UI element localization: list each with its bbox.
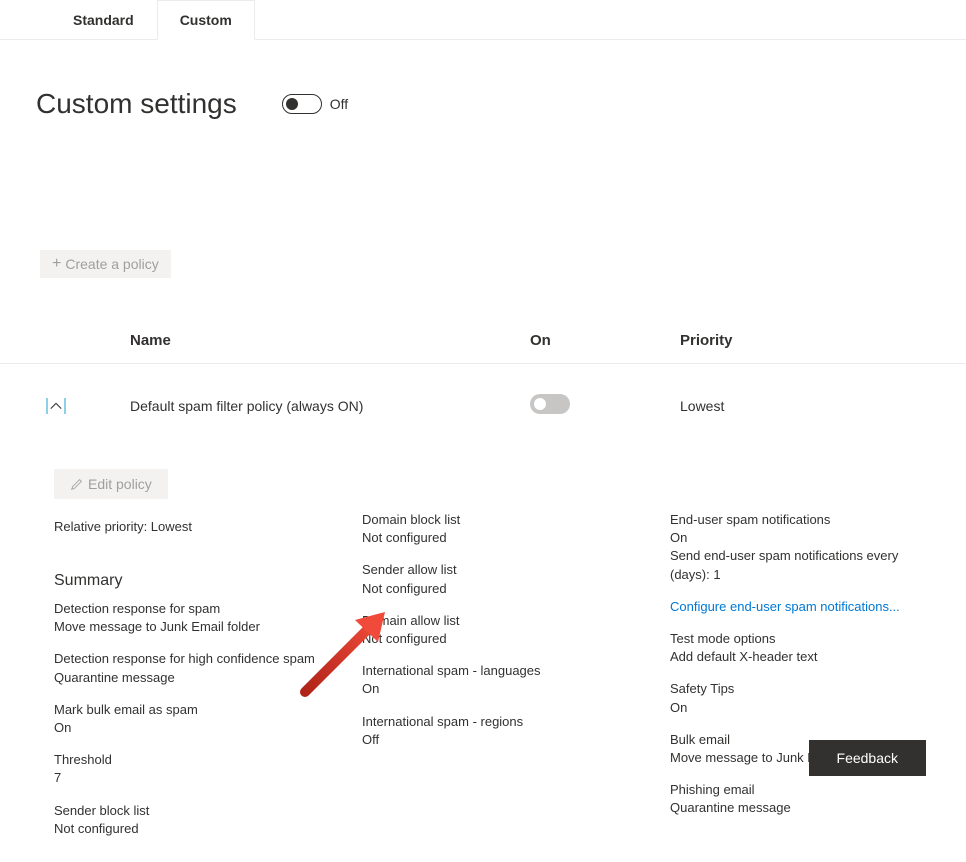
col-priority-header: Priority (680, 332, 930, 349)
test-mode-block: Test mode options Add default X-header t… (670, 630, 930, 666)
plus-icon: + (52, 256, 61, 272)
detail-col-middle: Domain block list Not configured Sender … (362, 469, 650, 852)
policy-name: Default spam filter policy (always ON) (130, 398, 530, 414)
detection-hc-spam-value: Quarantine message (54, 669, 342, 687)
page-header: Custom settings Off (0, 40, 966, 120)
tab-standard[interactable]: Standard (50, 0, 157, 39)
end-user-notif-block: End-user spam notifications On Send end-… (670, 511, 930, 584)
intl-spam-region-value: Off (362, 731, 650, 749)
end-user-notif-label: End-user spam notifications (670, 511, 930, 529)
page-title: Custom settings (36, 88, 237, 120)
edit-policy-button[interactable]: Edit policy (54, 469, 168, 499)
sender-allow-list-value: Not configured (362, 580, 650, 598)
policy-detail: Edit policy Relative priority: Lowest Su… (0, 431, 966, 862)
end-user-notif-days: Send end-user spam notifications every (… (670, 547, 930, 583)
detection-hc-spam-label: Detection response for high confidence s… (54, 650, 342, 668)
detection-spam-label: Detection response for spam (54, 600, 342, 618)
detail-col-left: Edit policy Relative priority: Lowest Su… (54, 469, 342, 852)
phishing-email-label: Phishing email (670, 781, 930, 799)
phishing-email-value: Quarantine message (670, 799, 930, 817)
safety-tips-label: Safety Tips (670, 680, 930, 698)
feedback-button[interactable]: Feedback (809, 740, 926, 776)
policy-on-toggle-cell (530, 394, 680, 417)
test-mode-label: Test mode options (670, 630, 930, 648)
toggle-knob (286, 98, 298, 110)
chevron-up-icon[interactable] (48, 398, 64, 414)
tab-custom[interactable]: Custom (157, 0, 255, 40)
threshold-block: Threshold 7 (54, 751, 342, 787)
expand-cell[interactable] (36, 398, 130, 414)
domain-block-list-value: Not configured (362, 529, 650, 547)
custom-settings-toggle[interactable] (282, 94, 322, 114)
sender-block-list-label: Sender block list (54, 802, 342, 820)
test-mode-value: Add default X-header text (670, 648, 930, 666)
intl-spam-region-block: International spam - regions Off (362, 713, 650, 749)
chevron-highlight-right (64, 398, 66, 414)
phishing-email-block: Phishing email Quarantine message (670, 781, 930, 817)
col-name-header: Name (130, 332, 530, 349)
col-on-header: On (530, 332, 680, 349)
sender-allow-list-label: Sender allow list (362, 561, 650, 579)
intl-spam-lang-block: International spam - languages On (362, 662, 650, 698)
sender-block-list-block: Sender block list Not configured (54, 802, 342, 838)
detail-col-right: End-user spam notifications On Send end-… (670, 469, 930, 852)
sender-allow-list-block: Sender allow list Not configured (362, 561, 650, 597)
detection-spam-value: Move message to Junk Email folder (54, 618, 342, 636)
domain-allow-list-block: Domain allow list Not configured (362, 612, 650, 648)
policy-priority: Lowest (680, 398, 930, 414)
summary-heading: Summary (54, 572, 342, 590)
detection-spam-block: Detection response for spam Move message… (54, 600, 342, 636)
edit-row: Edit policy (54, 469, 342, 499)
domain-allow-list-value: Not configured (362, 630, 650, 648)
safety-tips-value: On (670, 699, 930, 717)
col-expand-header (36, 332, 130, 349)
bulk-email-spam-block: Mark bulk email as spam On (54, 701, 342, 737)
tab-bar: Standard Custom (0, 0, 966, 40)
bulk-email-spam-value: On (54, 719, 342, 737)
pencil-icon (70, 477, 84, 491)
action-bar: + Create a policy (0, 120, 966, 278)
threshold-label: Threshold (54, 751, 342, 769)
intl-spam-lang-value: On (362, 680, 650, 698)
detection-hc-spam-block: Detection response for high confidence s… (54, 650, 342, 686)
mini-toggle-knob (534, 398, 546, 410)
configure-link-block: Configure end-user spam notifications... (670, 598, 930, 616)
custom-settings-toggle-wrap: Off (282, 94, 348, 114)
relative-priority: Relative priority: Lowest (54, 519, 342, 534)
create-policy-button[interactable]: + Create a policy (40, 250, 171, 278)
bulk-email-spam-label: Mark bulk email as spam (54, 701, 342, 719)
policy-row[interactable]: Default spam filter policy (always ON) L… (0, 364, 966, 431)
policy-table-header: Name On Priority (0, 278, 966, 364)
configure-notifications-link[interactable]: Configure end-user spam notifications... (670, 599, 900, 614)
sender-block-list-value: Not configured (54, 820, 342, 838)
domain-block-list-label: Domain block list (362, 511, 650, 529)
toggle-state-label: Off (330, 96, 348, 112)
intl-spam-region-label: International spam - regions (362, 713, 650, 731)
domain-allow-list-label: Domain allow list (362, 612, 650, 630)
threshold-value: 7 (54, 769, 342, 787)
safety-tips-block: Safety Tips On (670, 680, 930, 716)
policy-on-toggle[interactable] (530, 394, 570, 414)
end-user-notif-value: On (670, 529, 930, 547)
edit-policy-label: Edit policy (88, 476, 152, 492)
create-policy-label: Create a policy (65, 256, 158, 272)
intl-spam-lang-label: International spam - languages (362, 662, 650, 680)
domain-block-list-block: Domain block list Not configured (362, 511, 650, 547)
